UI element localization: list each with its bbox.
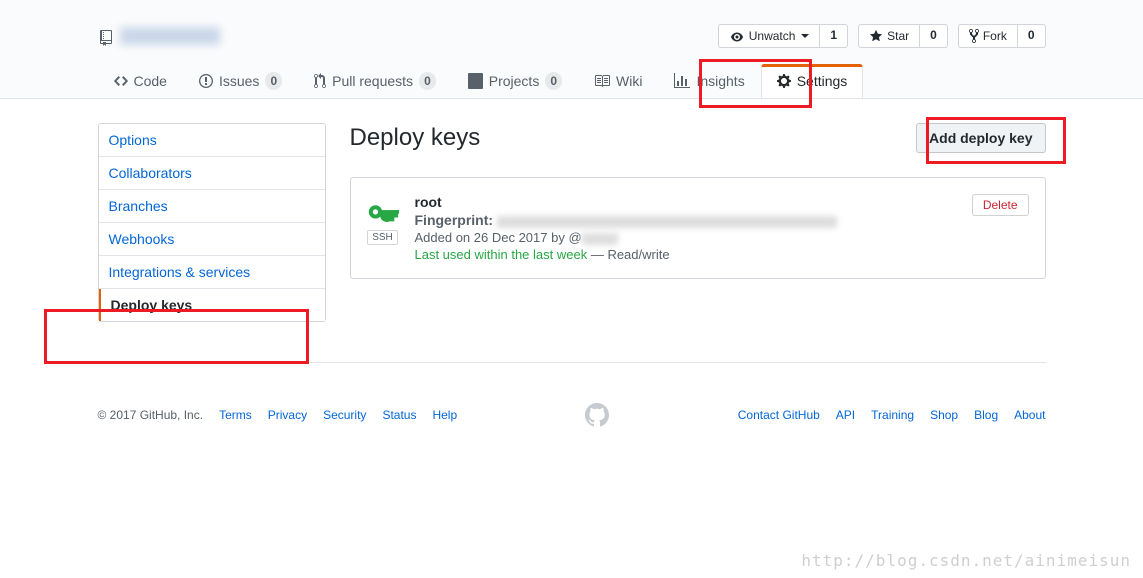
fingerprint-redacted <box>497 216 837 228</box>
footer-link-blog[interactable]: Blog <box>974 408 998 422</box>
github-logo-icon[interactable] <box>585 403 609 427</box>
repo-name-redacted <box>120 27 220 45</box>
repo-title <box>98 26 220 47</box>
delete-key-button[interactable]: Delete <box>972 194 1029 216</box>
deploy-key-row: SSH root Fingerprint: Added on 26 Dec 20… <box>351 178 1045 278</box>
eye-icon <box>729 29 745 43</box>
fork-count[interactable]: 0 <box>1018 24 1046 48</box>
star-button[interactable]: Star <box>858 24 920 48</box>
tab-wiki[interactable]: Wiki <box>578 64 658 98</box>
pagehead-actions: Unwatch 1 Star 0 Fork <box>718 24 1046 48</box>
footer-link-about[interactable]: About <box>1014 408 1045 422</box>
sidebar-item-collaborators[interactable]: Collaborators <box>99 157 325 190</box>
added-text: Added on 26 Dec 2017 by @ <box>415 230 582 245</box>
sidebar-item-integrations[interactable]: Integrations & services <box>99 256 325 289</box>
tab-pull-requests[interactable]: Pull requests 0 <box>298 64 452 98</box>
fingerprint-label: Fingerprint: <box>415 212 494 228</box>
tab-projects[interactable]: Projects 0 <box>452 64 578 98</box>
star-count[interactable]: 0 <box>920 24 948 48</box>
page-title: Deploy keys <box>350 124 481 152</box>
footer-link-training[interactable]: Training <box>871 408 914 422</box>
sidebar-item-deploy-keys[interactable]: Deploy keys <box>99 289 325 321</box>
footer-link-contact[interactable]: Contact GitHub <box>738 408 820 422</box>
copyright: © 2017 GitHub, Inc. <box>98 408 204 422</box>
fork-button[interactable]: Fork <box>958 24 1018 48</box>
chevron-down-icon <box>801 34 809 38</box>
watch-count[interactable]: 1 <box>820 24 848 48</box>
tab-issues[interactable]: Issues 0 <box>183 64 298 98</box>
key-icon <box>367 194 399 226</box>
tab-insights[interactable]: Insights <box>658 64 760 98</box>
code-icon <box>114 73 128 89</box>
graph-icon <box>674 73 690 89</box>
tab-settings[interactable]: Settings <box>761 64 864 98</box>
access-text: — Read/write <box>587 247 669 262</box>
pr-icon <box>314 73 326 89</box>
sidebar-item-options[interactable]: Options <box>99 124 325 157</box>
footer-link-terms[interactable]: Terms <box>219 408 252 422</box>
project-icon <box>468 73 483 89</box>
repo-icon <box>98 26 114 47</box>
fork-icon <box>969 28 979 44</box>
unwatch-button[interactable]: Unwatch <box>718 24 821 48</box>
footer-link-status[interactable]: Status <box>382 408 416 422</box>
gear-icon <box>777 73 791 89</box>
settings-menu: Options Collaborators Branches Webhooks … <box>98 123 326 322</box>
footer-link-api[interactable]: API <box>836 408 855 422</box>
footer-link-security[interactable]: Security <box>323 408 366 422</box>
book-icon <box>594 73 610 89</box>
sidebar-item-webhooks[interactable]: Webhooks <box>99 223 325 256</box>
issue-icon <box>199 73 213 89</box>
key-type-badge: SSH <box>367 230 398 245</box>
footer-link-privacy[interactable]: Privacy <box>268 408 307 422</box>
tab-code[interactable]: Code <box>98 64 183 98</box>
deploy-keys-list: SSH root Fingerprint: Added on 26 Dec 20… <box>350 177 1046 279</box>
key-name: root <box>415 194 442 210</box>
repo-nav: Code Issues 0 Pull requests 0 Projects 0… <box>98 64 1046 98</box>
sidebar-item-branches[interactable]: Branches <box>99 190 325 223</box>
star-icon <box>869 29 883 43</box>
last-used-text: Last used within the last week <box>415 247 588 262</box>
user-redacted <box>582 233 618 245</box>
footer: © 2017 GitHub, Inc. Terms Privacy Securi… <box>98 362 1046 467</box>
footer-link-help[interactable]: Help <box>432 408 457 422</box>
add-deploy-key-button[interactable]: Add deploy key <box>916 123 1045 153</box>
footer-link-shop[interactable]: Shop <box>930 408 958 422</box>
watermark: http://blog.csdn.net/ainimeisun <box>801 551 1131 570</box>
